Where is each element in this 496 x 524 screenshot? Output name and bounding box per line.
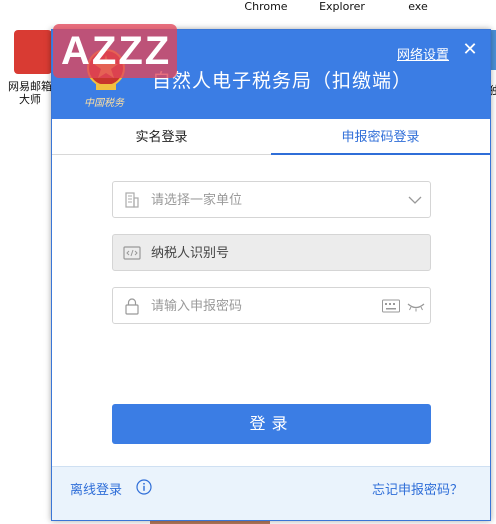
login-tabs: 实名登录 申报密码登录 bbox=[52, 119, 490, 155]
network-settings-link[interactable]: 网络设置 bbox=[397, 44, 449, 63]
desktop-label-explorer[interactable]: Explorer bbox=[314, 0, 370, 13]
watermark-logo: AZZZ bbox=[53, 24, 177, 78]
eye-closed-icon[interactable] bbox=[407, 300, 425, 312]
logo-text: 中国税务 bbox=[84, 98, 124, 109]
keyboard-icon[interactable] bbox=[382, 299, 400, 313]
desktop-label-exe[interactable]: exe bbox=[400, 0, 436, 13]
taxpayer-id-value: 纳税人识别号 bbox=[151, 246, 230, 261]
app-title: 自然人电子税务局（扣缴端） bbox=[152, 70, 413, 92]
building-icon bbox=[125, 192, 139, 208]
offline-login-link[interactable]: 离线登录 bbox=[70, 479, 122, 498]
lock-icon bbox=[125, 298, 139, 315]
password-placeholder: 请输入申报密码 bbox=[151, 299, 243, 314]
tab-real-name-login[interactable]: 实名登录 bbox=[52, 119, 271, 155]
chevron-down-icon[interactable] bbox=[408, 193, 422, 207]
login-button[interactable]: 登录 bbox=[112, 404, 431, 444]
desktop-label-mail[interactable]: 网易邮箱 大师 bbox=[8, 80, 52, 106]
dialog-footer: 离线登录 忘记申报密码？ bbox=[52, 466, 490, 520]
taxpayer-id-field[interactable]: 纳税人识别号 bbox=[112, 234, 431, 271]
forgot-password-link[interactable]: 忘记申报密码？ bbox=[372, 479, 463, 498]
desktop-mail-icon[interactable] bbox=[14, 30, 52, 74]
password-field[interactable]: 请输入申报密码 bbox=[112, 287, 431, 324]
unit-select[interactable]: 请选择一家单位 bbox=[112, 181, 431, 218]
tab-password-login[interactable]: 申报密码登录 bbox=[271, 119, 490, 155]
unit-select-placeholder: 请选择一家单位 bbox=[151, 193, 243, 208]
info-icon[interactable] bbox=[136, 479, 152, 495]
code-icon bbox=[123, 246, 141, 260]
login-dialog: 中国税务 自然人电子税务局（扣缴端） 网络设置 ✕ 实名登录 申报密码登录 请选… bbox=[51, 29, 491, 521]
close-button[interactable]: ✕ bbox=[460, 40, 480, 60]
desktop-label-chrome[interactable]: Chrome bbox=[236, 0, 296, 13]
